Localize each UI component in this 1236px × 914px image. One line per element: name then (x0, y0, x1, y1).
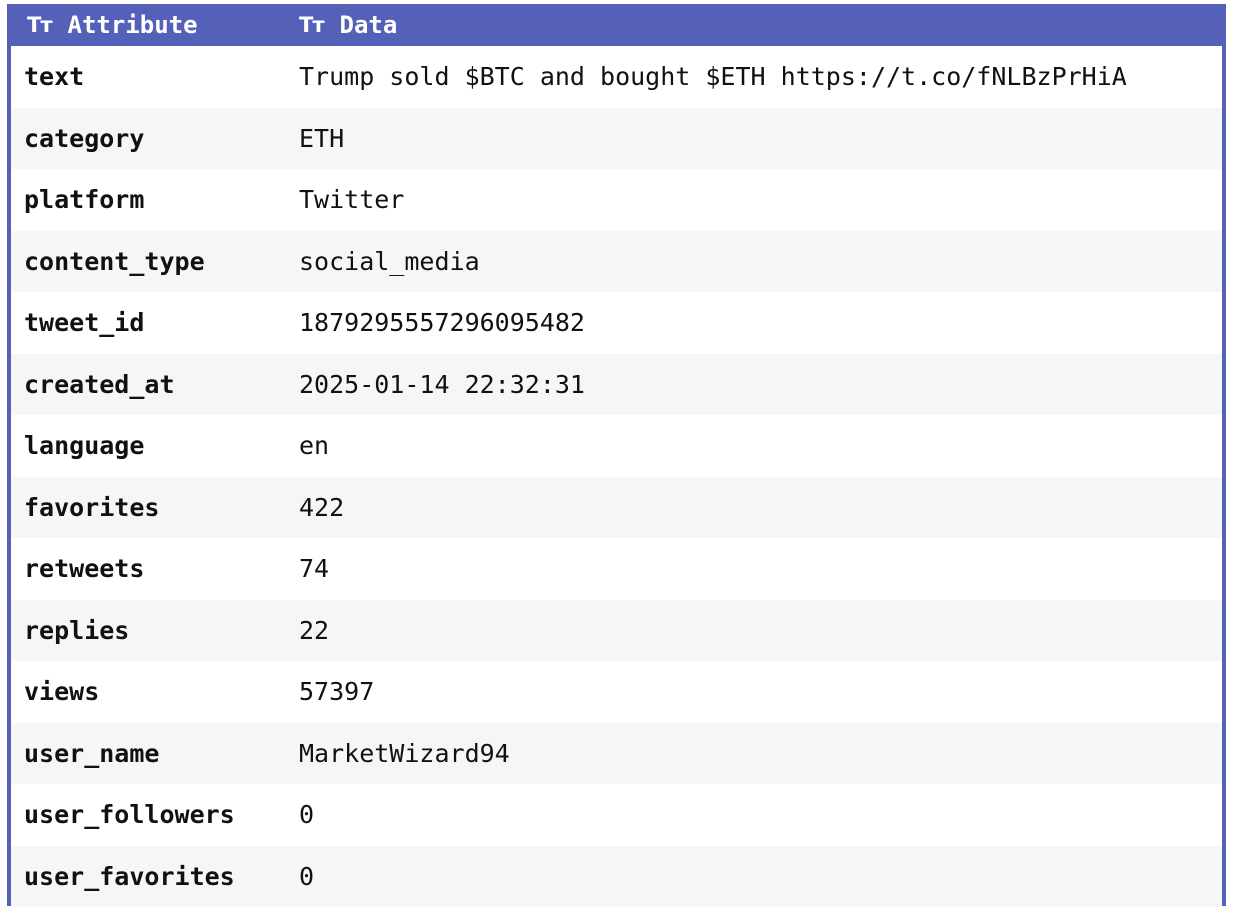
attribute-cell: favorites (24, 492, 160, 522)
column-header-attribute[interactable]: Tт Attribute (11, 11, 299, 39)
table-row: category ETH (11, 107, 1222, 169)
table-row: text Trump sold $BTC and bought $ETH htt… (11, 46, 1222, 108)
data-cell: 0 (299, 800, 315, 830)
table-row: content_type social_media (11, 230, 1222, 292)
column-header-attribute-label: Attribute (67, 11, 198, 39)
attribute-cell: user_name (24, 738, 160, 768)
data-cell: social_media (299, 246, 480, 276)
table-row: language en (11, 415, 1222, 477)
table-row: tweet_id 1879295557296095482 (11, 292, 1222, 354)
text-type-icon: Tт (299, 13, 324, 37)
table-header: Tт Attribute Tт Data (11, 4, 1222, 46)
table-row: retweets 74 (11, 538, 1222, 600)
attribute-cell: user_favorites (24, 861, 235, 891)
attribute-cell: replies (24, 615, 130, 645)
attribute-cell: views (24, 677, 100, 707)
attribute-cell: content_type (24, 246, 205, 276)
data-cell: 1879295557296095482 (299, 308, 585, 338)
data-cell: ETH (299, 123, 345, 153)
data-cell: 422 (299, 492, 345, 522)
attribute-cell: tweet_id (24, 308, 145, 338)
column-header-data-label: Data (339, 11, 398, 39)
data-cell: Trump sold $BTC and bought $ETH https://… (299, 62, 1127, 92)
data-cell: 0 (299, 861, 315, 891)
table-row: created_at 2025-01-14 22:32:31 (11, 353, 1222, 415)
data-cell: Twitter (299, 185, 405, 215)
table-row: user_name MarketWizard94 (11, 722, 1222, 784)
table-row: user_favorites 0 (11, 845, 1222, 907)
table-row: replies 22 (11, 599, 1222, 661)
data-cell: 74 (299, 554, 330, 584)
data-cell: 2025-01-14 22:32:31 (299, 369, 585, 399)
attribute-cell: retweets (24, 554, 145, 584)
attribute-cell: language (24, 431, 145, 461)
table-row: favorites 422 (11, 476, 1222, 538)
data-cell: 22 (299, 615, 330, 645)
attribute-cell: category (24, 123, 145, 153)
attribute-cell: user_followers (24, 800, 235, 830)
table-row: user_followers 0 (11, 784, 1222, 846)
table-row: platform Twitter (11, 169, 1222, 231)
attribute-cell: created_at (24, 369, 175, 399)
attribute-cell: platform (24, 185, 145, 215)
data-cell: 57397 (299, 677, 375, 707)
attribute-cell: text (24, 62, 85, 92)
text-type-icon: Tт (27, 13, 52, 37)
column-header-data[interactable]: Tт Data (299, 11, 397, 39)
table-row: views 57397 (11, 661, 1222, 723)
data-cell: en (299, 431, 330, 461)
data-cell: MarketWizard94 (299, 738, 510, 768)
attribute-data-table: Tт Attribute Tт Data text Trump sold $BT… (7, 4, 1226, 907)
